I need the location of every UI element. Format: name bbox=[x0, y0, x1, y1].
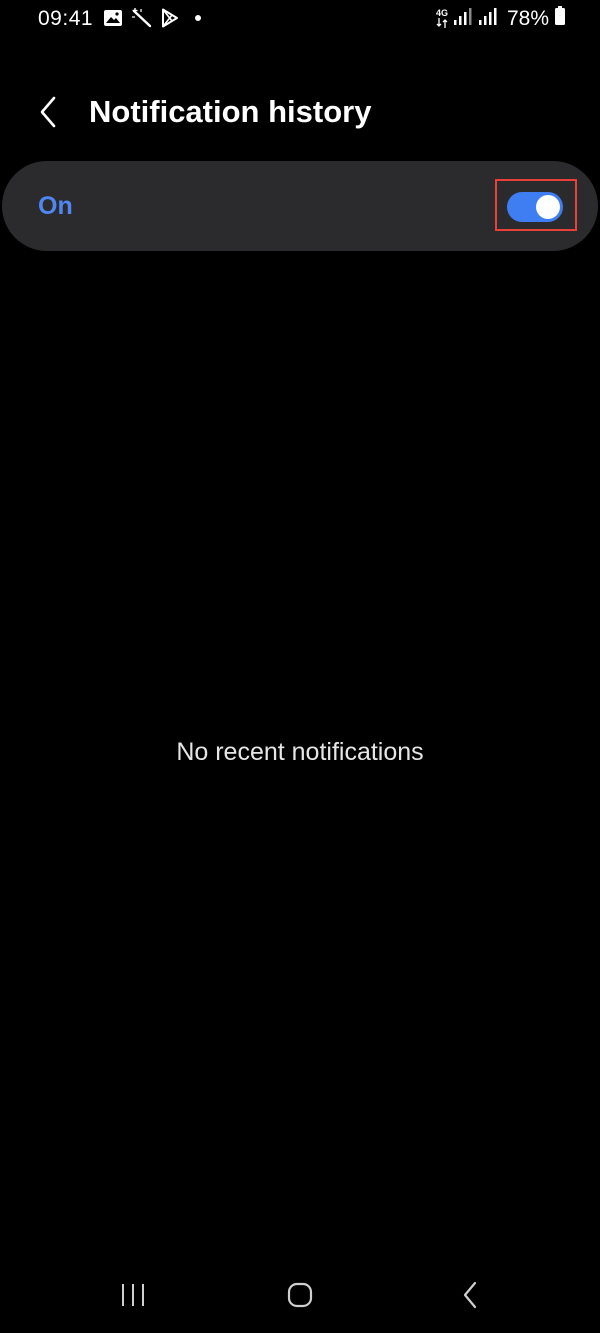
signal-icon bbox=[478, 6, 498, 31]
header: Notification history bbox=[0, 80, 600, 144]
status-time: 09:41 bbox=[38, 7, 94, 30]
play-store-icon bbox=[161, 8, 179, 28]
gallery-icon bbox=[103, 9, 123, 27]
empty-state-text: No recent notifications bbox=[176, 738, 424, 766]
battery-icon bbox=[554, 6, 566, 31]
notification-dot-icon bbox=[195, 15, 201, 21]
magic-wand-icon bbox=[131, 8, 153, 28]
recents-button[interactable] bbox=[103, 1270, 163, 1320]
notification-history-toggle[interactable] bbox=[507, 192, 563, 222]
status-bar: 09:41 4G 78% bbox=[0, 0, 600, 40]
chevron-left-icon bbox=[40, 96, 56, 128]
back-icon bbox=[463, 1281, 477, 1309]
home-icon bbox=[287, 1282, 313, 1308]
toggle-knob bbox=[536, 195, 560, 219]
status-icons-right: 4G 78% bbox=[436, 6, 566, 31]
recents-icon bbox=[122, 1284, 144, 1306]
network-type-label: 4G bbox=[435, 8, 448, 18]
battery-percent: 78% bbox=[506, 6, 549, 30]
status-icons-left bbox=[103, 8, 201, 28]
page-title: Notification history bbox=[89, 94, 372, 129]
home-button[interactable] bbox=[270, 1270, 330, 1320]
navigation-bar bbox=[0, 1270, 600, 1320]
back-button[interactable] bbox=[30, 92, 66, 132]
nav-back-button[interactable] bbox=[440, 1270, 500, 1320]
network-4g-icon: 4G bbox=[436, 9, 448, 28]
master-switch-label: On bbox=[38, 192, 73, 220]
signal-icon bbox=[453, 6, 473, 31]
